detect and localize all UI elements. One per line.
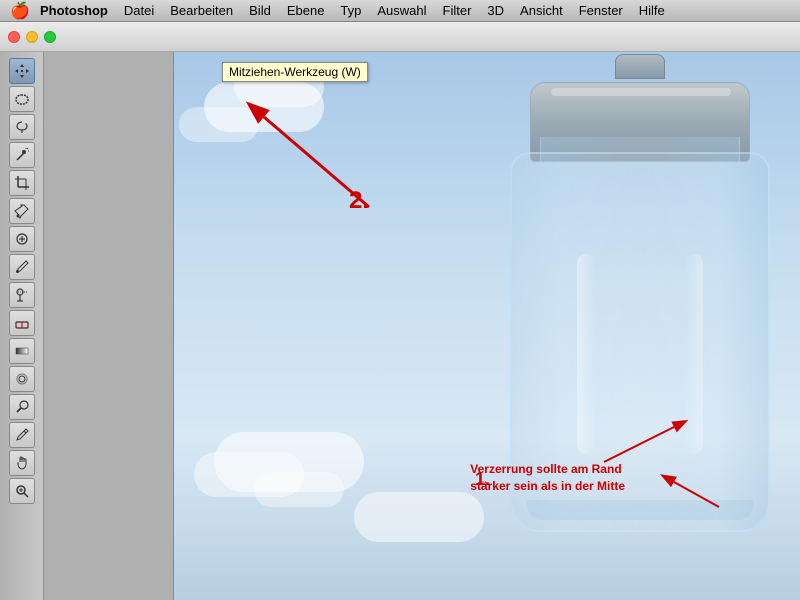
toolbar [0, 52, 44, 600]
menu-bar: 🍎 Photoshop Datei Bearbeiten Bild Ebene … [0, 0, 800, 22]
menu-bearbeiten[interactable]: Bearbeiten [162, 1, 241, 20]
menu-ansicht[interactable]: Ansicht [512, 1, 571, 20]
clone-button[interactable] [9, 282, 35, 308]
jar-glare-right [685, 254, 703, 454]
brush-icon [14, 259, 30, 275]
eyedropper-button[interactable] [9, 198, 35, 224]
dodge-icon [14, 399, 30, 415]
cloud-3 [179, 107, 259, 142]
apple-icon: 🍎 [10, 3, 30, 20]
magic-wand-button[interactable] [9, 142, 35, 168]
apple-menu[interactable]: 🍎 [0, 1, 40, 21]
eyedropper-icon [14, 203, 30, 219]
marquee-icon [14, 91, 30, 107]
menu-fenster[interactable]: Fenster [571, 1, 631, 20]
move-tool-button[interactable] [9, 58, 35, 84]
photo-canvas: 2. 1. Verzerrung sollte am Rand stärker … [174, 52, 800, 600]
lid-shine [551, 88, 731, 96]
blur-button[interactable] [9, 366, 35, 392]
dodge-button[interactable] [9, 394, 35, 420]
hand-icon [14, 455, 30, 471]
left-panel [44, 52, 174, 600]
jar-lid-handle [615, 54, 665, 79]
jar-glare-left [577, 254, 595, 454]
menu-ebene[interactable]: Ebene [279, 1, 333, 20]
menu-filter[interactable]: Filter [435, 1, 480, 20]
maximize-button[interactable] [44, 31, 56, 43]
gradient-icon [14, 343, 30, 359]
lasso-tool-button[interactable] [9, 114, 35, 140]
blur-icon [14, 371, 30, 387]
cloud-2 [234, 67, 324, 107]
zoom-button[interactable] [9, 478, 35, 504]
menu-bild[interactable]: Bild [241, 1, 279, 20]
crop-tool-button[interactable] [9, 170, 35, 196]
menu-items-container: Datei Bearbeiten Bild Ebene Typ Auswahl … [116, 1, 673, 20]
canvas-area[interactable]: Mitziehen-Werkzeug (W) [174, 52, 800, 600]
menu-3d[interactable]: 3D [479, 1, 512, 20]
pen-button[interactable] [9, 422, 35, 448]
menu-hilfe[interactable]: Hilfe [631, 1, 673, 20]
annotation-1-text: Verzerrung sollte am Rand stärker sein a… [470, 461, 625, 495]
eraser-icon [14, 315, 30, 331]
menu-datei[interactable]: Datei [116, 1, 162, 20]
main-area: Mitziehen-Werkzeug (W) [0, 52, 800, 600]
jar-container [450, 72, 800, 572]
cloud-6 [254, 472, 344, 507]
heal-button[interactable] [9, 226, 35, 252]
annotation-1-line1: Verzerrung sollte am Rand [470, 462, 621, 476]
annotation-2-number: 2. [349, 187, 369, 215]
pen-icon [14, 427, 30, 443]
marquee-tool-button[interactable] [9, 86, 35, 112]
zoom-icon [14, 483, 30, 499]
magic-wand-icon [14, 147, 30, 163]
brush-button[interactable] [9, 254, 35, 280]
move-icon [14, 63, 30, 79]
window-chrome [0, 22, 800, 52]
eraser-button[interactable] [9, 310, 35, 336]
hand-button[interactable] [9, 450, 35, 476]
close-button[interactable] [8, 31, 20, 43]
menu-typ[interactable]: Typ [332, 1, 369, 20]
heal-icon [14, 231, 30, 247]
app-name: Photoshop [40, 3, 108, 18]
crop-icon [14, 175, 30, 191]
lasso-icon [14, 119, 30, 135]
jar-bottom-rim [527, 500, 753, 520]
clone-icon [14, 287, 30, 303]
gradient-button[interactable] [9, 338, 35, 364]
annotation-2-number-text: 2. [349, 187, 369, 214]
menu-auswahl[interactable]: Auswahl [369, 1, 434, 20]
minimize-button[interactable] [26, 31, 38, 43]
annotation-1-line2: stärker sein als in der Mitte [470, 479, 625, 493]
